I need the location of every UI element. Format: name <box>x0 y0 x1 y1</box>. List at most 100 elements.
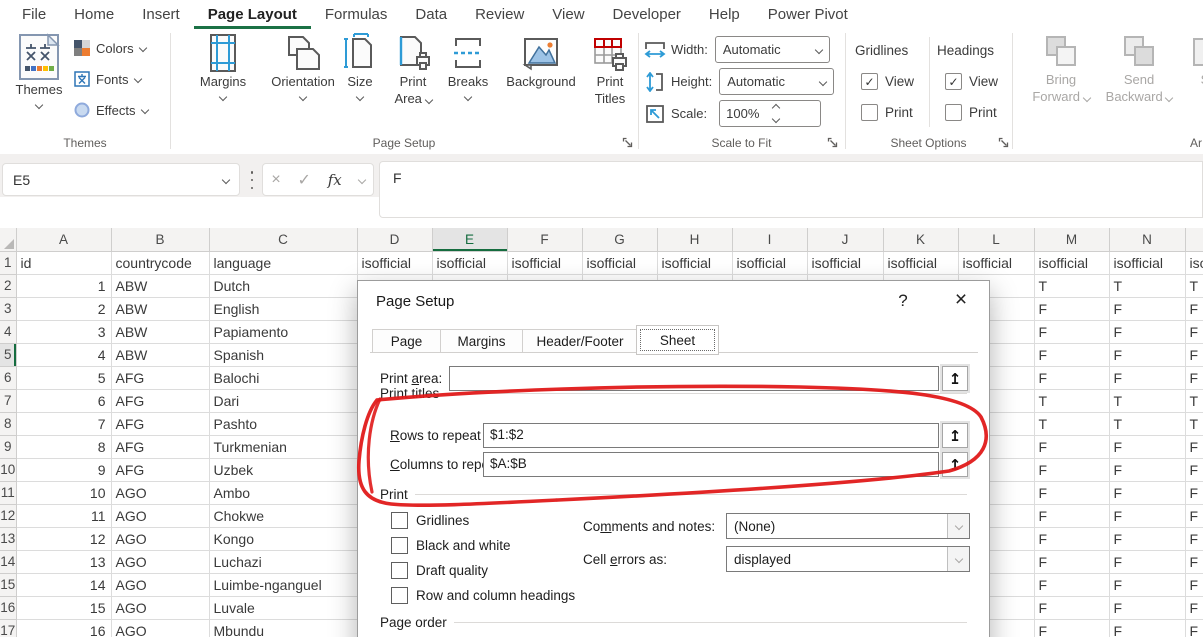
row-column-headings-checkbox[interactable]: Row and column headings <box>391 587 575 604</box>
gridlines-print-checkbox[interactable]: Print <box>861 104 913 121</box>
cell[interactable]: F <box>1034 619 1109 637</box>
cell[interactable]: F <box>1034 550 1109 573</box>
row-header[interactable]: 9 <box>0 435 16 458</box>
comments-and-notes-combobox[interactable]: (None) <box>726 513 970 539</box>
cell[interactable]: T <box>1109 274 1185 297</box>
column-header[interactable]: I <box>732 228 807 251</box>
cell[interactable]: T <box>1185 389 1203 412</box>
enter-icon[interactable]: ✓ <box>298 170 311 190</box>
orientation-button[interactable]: Orientation <box>260 33 346 100</box>
kebab-menu-icon[interactable] <box>249 171 255 189</box>
cell[interactable]: 8 <box>16 435 111 458</box>
cell[interactable]: F <box>1034 366 1109 389</box>
cell[interactable]: id <box>16 251 111 274</box>
cell[interactable]: T <box>1034 274 1109 297</box>
cell[interactable]: isofficial <box>582 251 657 274</box>
cell[interactable]: AGO <box>111 504 209 527</box>
cell[interactable]: F <box>1109 596 1185 619</box>
cell[interactable]: 15 <box>16 596 111 619</box>
sheet-options-dialog-launcher[interactable] <box>996 135 1010 149</box>
cell[interactable]: AGO <box>111 596 209 619</box>
black-and-white-checkbox[interactable]: Black and white <box>391 537 511 554</box>
column-header[interactable] <box>1185 228 1203 251</box>
cell[interactable]: isofficial <box>657 251 732 274</box>
ribbon-tab-formulas[interactable]: Formulas <box>311 0 402 29</box>
ribbon-tab-file[interactable]: File <box>8 0 60 29</box>
cell[interactable]: Luimbe-nganguel <box>209 573 357 596</box>
cell[interactable]: F <box>1185 320 1203 343</box>
row-header[interactable]: 14 <box>0 550 16 573</box>
cell[interactable]: 7 <box>16 412 111 435</box>
cell[interactable]: 9 <box>16 458 111 481</box>
cell[interactable]: F <box>1109 320 1185 343</box>
tab-page[interactable]: Page <box>372 329 441 353</box>
cell[interactable]: 3 <box>16 320 111 343</box>
ribbon-tab-home[interactable]: Home <box>60 0 128 29</box>
cell[interactable]: isofficial <box>1185 251 1203 274</box>
page-setup-dialog-launcher[interactable] <box>620 135 634 149</box>
cell[interactable]: T <box>1109 389 1185 412</box>
cell[interactable]: F <box>1109 481 1185 504</box>
gridlines-view-checkbox[interactable]: ✓ View <box>861 73 914 90</box>
cell[interactable]: Chokwe <box>209 504 357 527</box>
cell[interactable]: F <box>1034 297 1109 320</box>
cell[interactable]: F <box>1185 527 1203 550</box>
cell[interactable]: countrycode <box>111 251 209 274</box>
cell[interactable]: English <box>209 297 357 320</box>
cell[interactable]: 16 <box>16 619 111 637</box>
cell[interactable]: isofficial <box>958 251 1034 274</box>
cell[interactable]: F <box>1034 320 1109 343</box>
themes-button[interactable]: Themes <box>10 33 68 108</box>
column-header[interactable]: E <box>432 228 507 251</box>
cell[interactable]: isofficial <box>732 251 807 274</box>
cell[interactable]: Dutch <box>209 274 357 297</box>
print-titles-button[interactable]: Print Titles <box>584 33 636 107</box>
column-header[interactable]: H <box>657 228 732 251</box>
cell[interactable]: isofficial <box>432 251 507 274</box>
cell[interactable]: F <box>1034 481 1109 504</box>
cell[interactable]: AGO <box>111 527 209 550</box>
bring-forward-button[interactable]: Bring Forward <box>1030 35 1092 105</box>
cell[interactable]: F <box>1185 297 1203 320</box>
cell[interactable]: AGO <box>111 573 209 596</box>
cell[interactable]: F <box>1185 435 1203 458</box>
cell[interactable]: AFG <box>111 458 209 481</box>
effects-button[interactable]: Effects <box>74 97 148 123</box>
column-header[interactable]: G <box>582 228 657 251</box>
cell[interactable]: Luchazi <box>209 550 357 573</box>
rows-to-repeat-field[interactable]: $1:$2 <box>483 423 939 448</box>
cell[interactable]: language <box>209 251 357 274</box>
tab-margins[interactable]: Margins <box>441 329 523 353</box>
cell[interactable]: F <box>1185 366 1203 389</box>
cell[interactable]: F <box>1185 458 1203 481</box>
cell[interactable]: isofficial <box>1034 251 1109 274</box>
cell[interactable]: ABW <box>111 297 209 320</box>
cell[interactable]: Papiamento <box>209 320 357 343</box>
row-header[interactable]: 8 <box>0 412 16 435</box>
cell[interactable]: AGO <box>111 550 209 573</box>
row-header[interactable]: 15 <box>0 573 16 596</box>
scale-spinner[interactable]: 100% <box>719 100 821 127</box>
combobox-dropdown-button[interactable] <box>947 514 969 538</box>
cell[interactable]: F <box>1034 435 1109 458</box>
column-header[interactable]: D <box>357 228 432 251</box>
ribbon-tab-power-pivot[interactable]: Power Pivot <box>754 0 862 29</box>
row-header[interactable]: 3 <box>0 297 16 320</box>
cell[interactable]: Ambo <box>209 481 357 504</box>
cell[interactable]: AGO <box>111 481 209 504</box>
cell[interactable]: AGO <box>111 619 209 637</box>
cell[interactable]: 2 <box>16 297 111 320</box>
cell[interactable]: F <box>1109 527 1185 550</box>
cell[interactable]: T <box>1034 412 1109 435</box>
row-header[interactable]: 10 <box>0 458 16 481</box>
width-combobox[interactable]: Automatic <box>715 36 830 63</box>
column-header[interactable]: L <box>958 228 1034 251</box>
column-header[interactable]: C <box>209 228 357 251</box>
ribbon-tab-view[interactable]: View <box>538 0 598 29</box>
cell[interactable]: F <box>1185 550 1203 573</box>
cell[interactable]: AFG <box>111 366 209 389</box>
cell[interactable]: T <box>1185 412 1203 435</box>
row-header[interactable]: 7 <box>0 389 16 412</box>
cell[interactable]: ABW <box>111 320 209 343</box>
cell[interactable]: F <box>1185 504 1203 527</box>
